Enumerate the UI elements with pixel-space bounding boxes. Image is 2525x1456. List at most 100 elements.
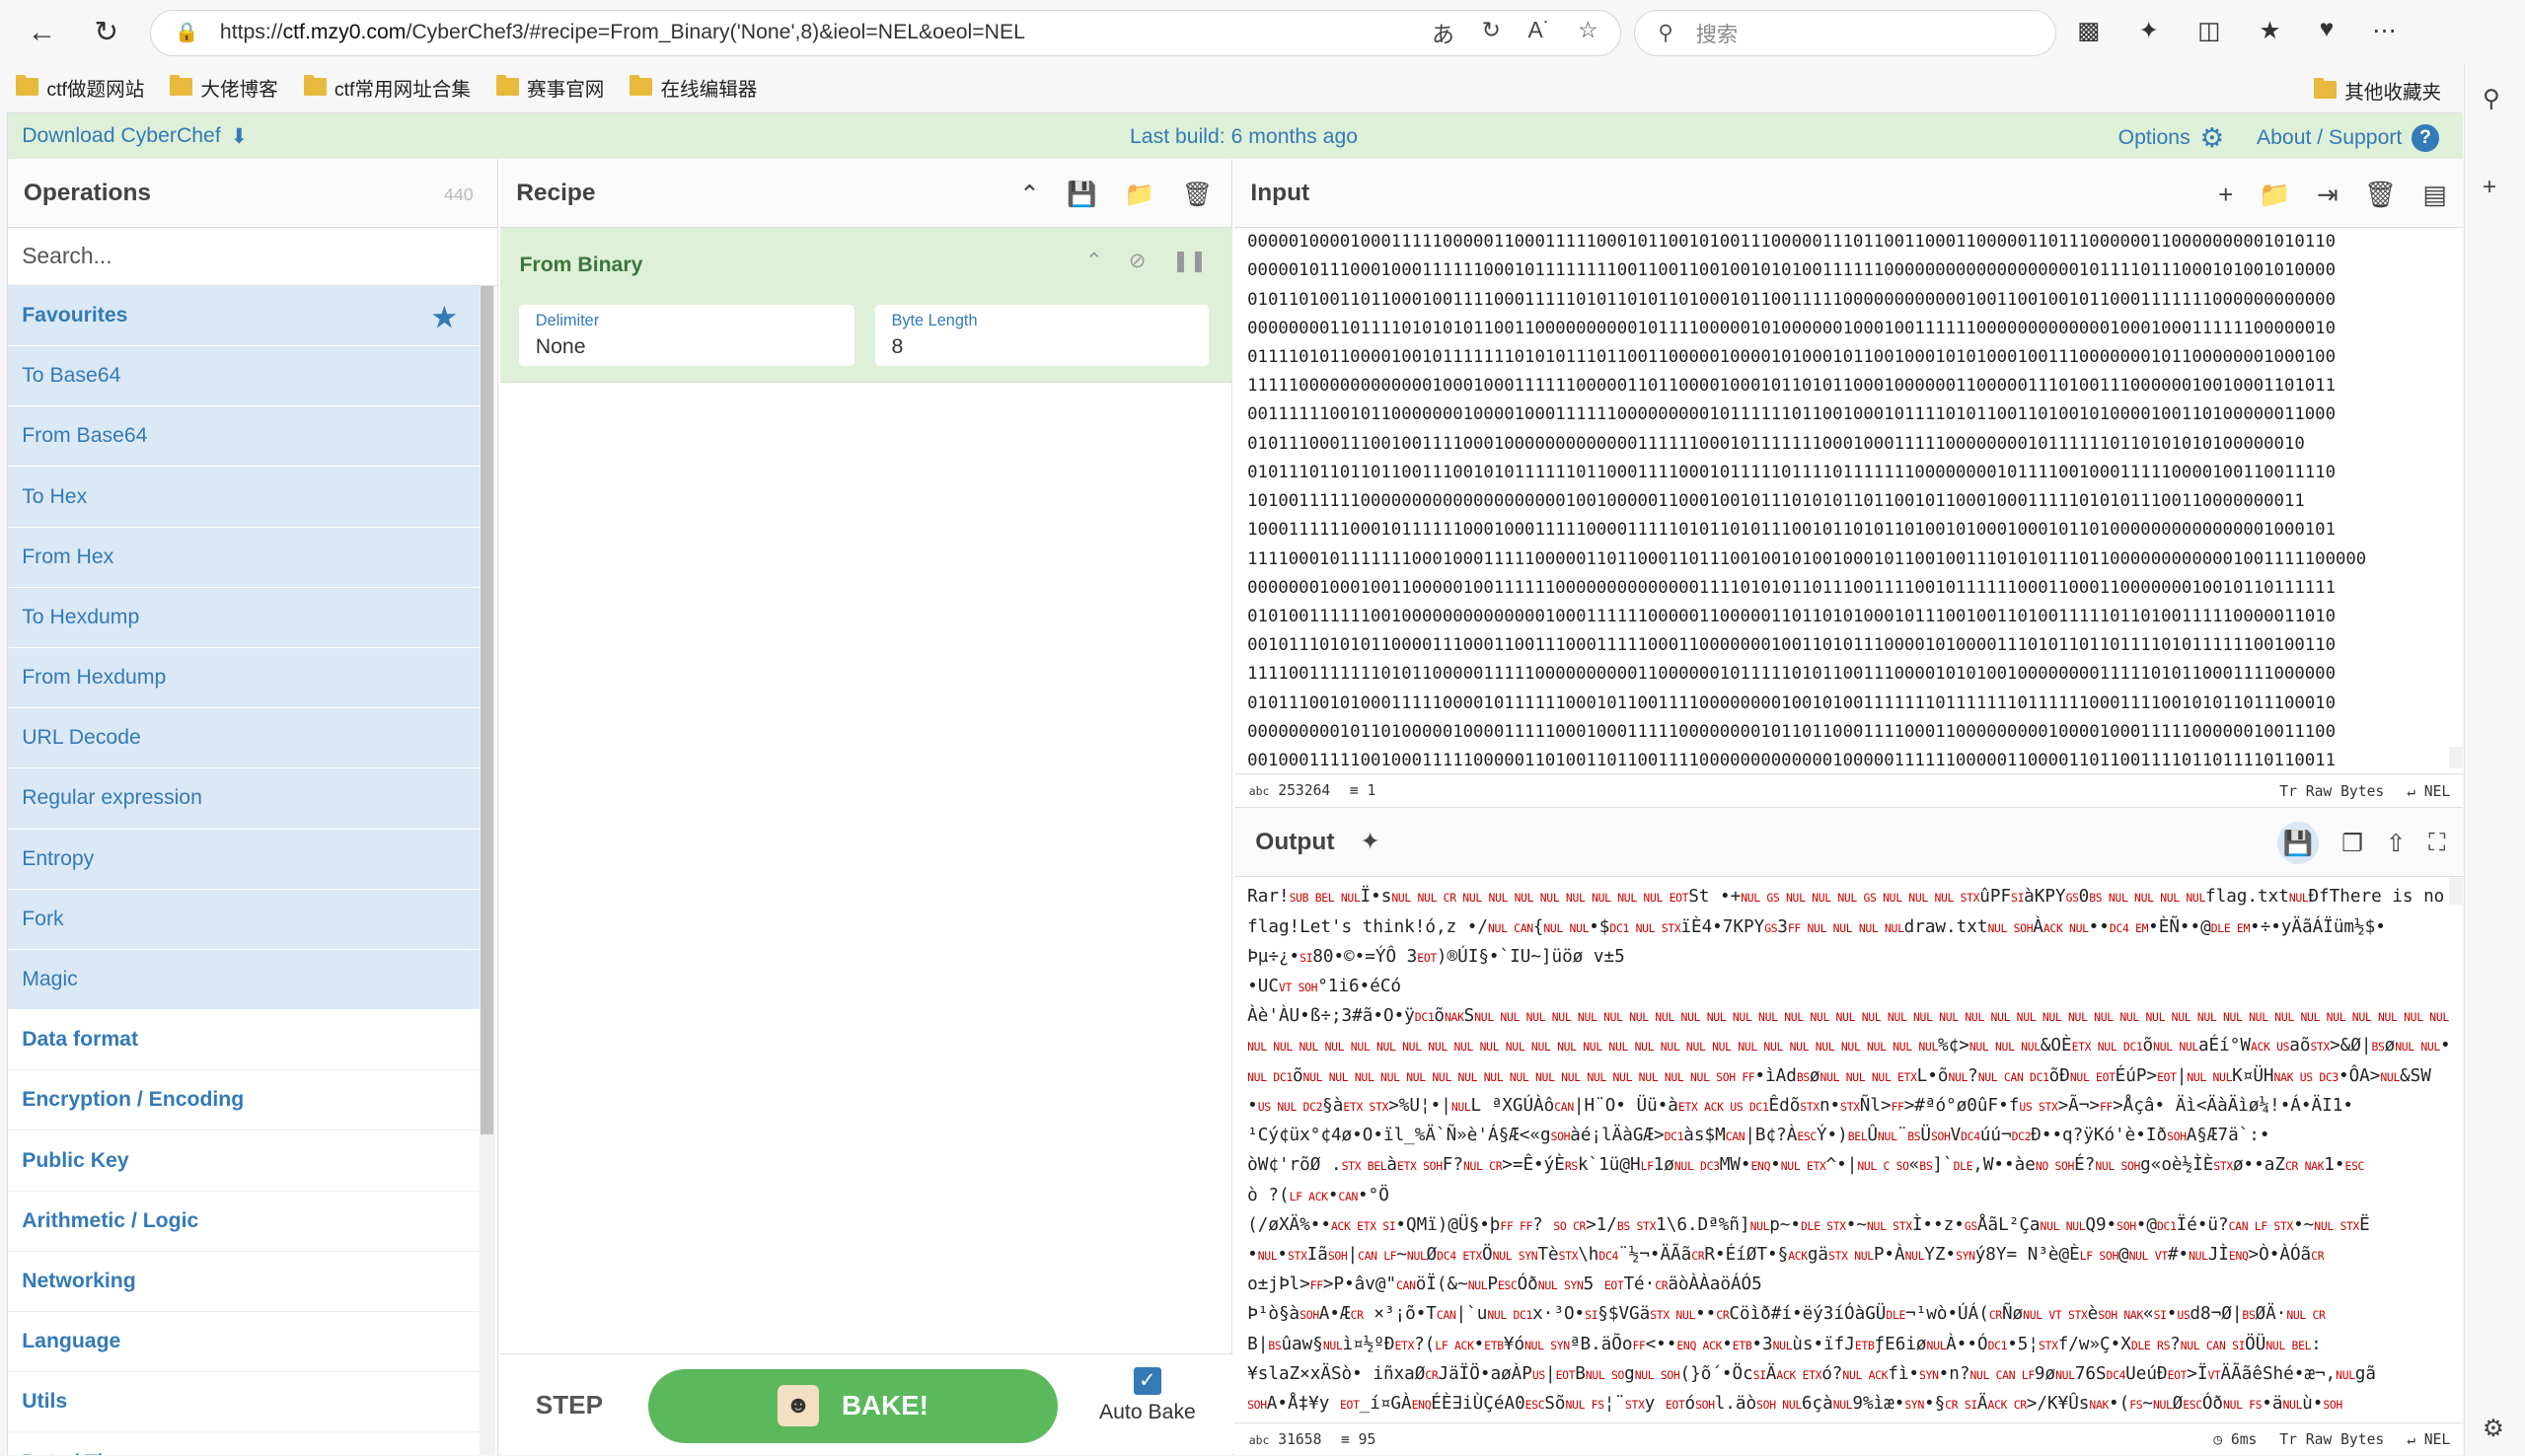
gear-icon[interactable]: ⚙ [2199,121,2224,154]
control-char: ETX [1394,1338,1415,1352]
byte-length-value[interactable]: 8 [891,335,1209,359]
address-bar[interactable]: 🔒 https://ctf.mzy0.com/CyberChef3/#recip… [149,9,1622,57]
favorites-icon[interactable]: ★ [2260,16,2281,45]
control-char: CAN [1554,1099,1574,1114]
category-date-time[interactable]: Date / Time [7,1432,480,1456]
control-char: NUL CAN DC1 [1977,1069,2049,1084]
back-icon[interactable]: ← [20,10,65,55]
browser-search-box[interactable]: ⚲ 搜索 [1634,9,2057,57]
control-char: VT [2207,1367,2221,1382]
more-icon[interactable]: ⋯ [2372,16,2396,45]
category-networking[interactable]: Networking [7,1251,480,1313]
search-icon[interactable]: ⚲ [2483,84,2500,113]
control-char: SOH NAK [2098,1308,2143,1323]
disable-icon[interactable]: ⊘ [1129,249,1147,273]
favorite-star-icon[interactable]: ☆ [1578,17,1597,49]
operations-search-input[interactable]: Search... [7,228,498,286]
refresh-icon[interactable]: ↻ [84,10,129,55]
checkbox-checked-icon[interactable]: ✓ [1134,1366,1161,1395]
open-file-icon[interactable]: ⇥ [2317,180,2339,210]
output-text-run: MW• [1719,1155,1751,1176]
read-aloud-icon[interactable]: A˙ [1528,17,1551,49]
save-output-icon[interactable]: 💾 [2276,822,2320,864]
step-button[interactable]: STEP [536,1390,603,1420]
input-scrollbar[interactable] [2448,746,2464,769]
output-eol[interactable]: ↵ NEL [2407,1431,2450,1448]
output-scrollbar[interactable] [2448,878,2464,905]
output-line: ¥slaZ×xÄSò• iñxaØCRJäÏÖ•aøÀPUS|EOTBNUL S… [1247,1360,2448,1390]
bookmark-folder[interactable]: 在线编辑器 [630,73,757,102]
delimiter-field[interactable]: Delimiter None [519,305,854,367]
game-icon[interactable]: ▩ [2077,16,2100,45]
bookmark-folder[interactable]: 大佬博客 [170,73,278,102]
op-regular-expression[interactable]: Regular expression [7,768,480,830]
save-recipe-icon[interactable]: 💾 [1067,180,1096,209]
clear-input-trash-icon[interactable]: 🗑 [2364,180,2397,210]
operations-scrollbar[interactable] [479,285,495,1456]
op-to-hexdump[interactable]: To Hexdump [7,587,480,648]
op-url-decode[interactable]: URL Decode [7,708,480,769]
control-char: NUL STX [1867,1218,1912,1233]
op-to-base64[interactable]: To Base64 [7,346,480,407]
bookmark-folder[interactable]: 赛事官网 [496,73,604,102]
extensions-icon[interactable]: ✦ [2139,16,2160,45]
category-data-format[interactable]: Data format [7,1010,480,1071]
input-encoding[interactable]: Tr Raw Bytes [2279,783,2384,800]
category-arithmetic-logic[interactable]: Arithmetic / Logic [7,1191,480,1252]
about-support-link[interactable]: About / Support [2257,126,2402,150]
op-from-hexdump[interactable]: From Hexdump [7,647,480,709]
translate-icon[interactable]: あ [1432,17,1454,49]
category-favourites[interactable]: Favourites ★ [7,285,480,347]
op-to-hex[interactable]: To Hex [7,467,480,528]
add-icon[interactable]: + [2483,174,2496,201]
sync-icon[interactable]: ↻ [1482,17,1501,49]
bookmark-folder[interactable]: ctf常用网址合集 [303,73,471,102]
input-eol[interactable]: ↵ NEL [2407,783,2450,800]
lock-icon[interactable]: 🔒 [175,21,198,44]
magic-wand-icon[interactable]: ✦ [1360,827,1380,856]
recipe-operation-from-binary[interactable]: From Binary ⌃ ⊘ ❚❚ Delimiter None Byte L… [499,228,1233,383]
browser-essentials-icon[interactable]: ♥ [2320,16,2335,45]
chevron-up-icon[interactable]: ⌃ [1085,249,1103,273]
op-from-base64[interactable]: From Base64 [7,406,480,468]
bookmark-folder[interactable]: ctf做题网站 [16,73,144,102]
help-icon[interactable]: ? [2412,124,2439,152]
bake-button[interactable]: ☻ BAKE! [648,1368,1058,1443]
star-icon[interactable]: ★ [432,301,457,333]
delimiter-value[interactable]: None [536,335,854,359]
category-public-key[interactable]: Public Key [7,1130,480,1192]
byte-length-field[interactable]: Byte Length 8 [875,305,1209,367]
input-line: 0011111100101100000001000010001111110000… [1247,404,2336,425]
maximize-icon[interactable]: ⛶ [2428,830,2445,857]
op-magic[interactable]: Magic [7,949,480,1011]
auto-bake-toggle[interactable]: ✓ Auto Bake [1099,1366,1196,1424]
reset-layout-icon[interactable]: ▤ [2422,180,2447,210]
pause-icon[interactable]: ❚❚ [1172,249,1208,273]
op-entropy[interactable]: Entropy [7,829,480,890]
control-char: NUL FS [1565,1398,1605,1413]
split-screen-icon[interactable]: ◫ [2197,16,2220,45]
url-text[interactable]: https://ctf.mzy0.com/CyberChef3/#recipe=… [220,21,1025,44]
options-link[interactable]: Options [2118,126,2191,150]
input-line: 1111000101111111000100011111000001101100… [1247,548,2367,569]
category-utils[interactable]: Utils [7,1372,480,1433]
category-language[interactable]: Language [7,1312,480,1373]
clear-recipe-trash-icon[interactable]: 🗑 [1182,180,1213,209]
output-encoding[interactable]: Tr Raw Bytes [2279,1431,2384,1448]
download-link[interactable]: Download CyberChef ⬇ [22,124,248,149]
collapse-chevron-icon[interactable]: ⌃ [1019,180,1040,209]
add-tab-icon[interactable]: + [2218,180,2233,210]
category-encryption-encoding[interactable]: Encryption / Encoding [7,1070,480,1131]
settings-gear-icon[interactable]: ⚙ [2483,1414,2504,1443]
replace-input-icon[interactable]: ⇧ [2386,829,2407,858]
op-from-hex[interactable]: From Hex [7,527,480,588]
op-fork[interactable]: Fork [7,889,480,950]
input-textarea[interactable]: 0000010000100011111000001100011111000101… [1247,228,2448,768]
load-recipe-folder-icon[interactable]: 📁 [1125,180,1154,209]
open-folder-icon[interactable]: 📁 [2259,180,2291,210]
output-text[interactable]: Rar!SUB BEL NULÏ•sNUL NUL CR NUL NUL NUL… [1247,883,2448,1419]
output-text-run: 76S [2074,1363,2107,1384]
other-bookmarks[interactable]: 其他收藏夹 [2314,76,2441,105]
copy-output-icon[interactable]: ❐ [2341,829,2363,858]
output-text-run: 1\6.Dª%ñ] [1656,1214,1750,1235]
